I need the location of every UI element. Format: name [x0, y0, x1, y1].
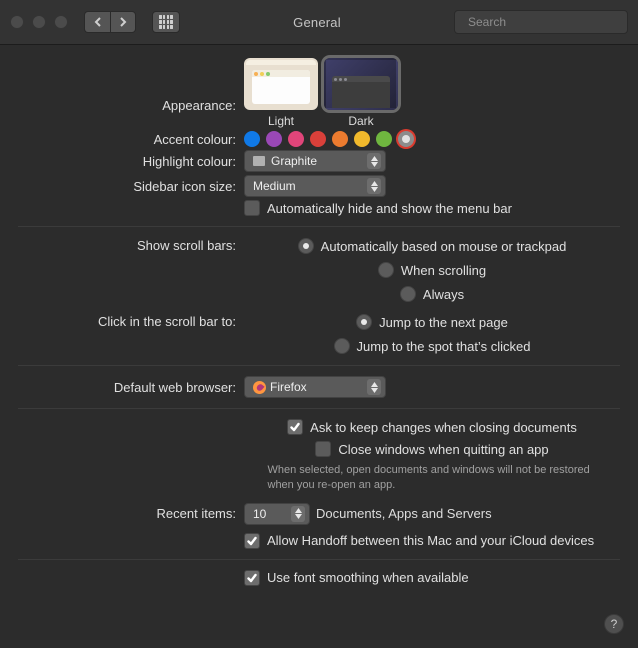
default-browser-value: Firefox — [270, 380, 307, 394]
accent-orange[interactable] — [332, 131, 348, 147]
recent-items-select[interactable]: 10 — [244, 503, 310, 525]
ask-keep-changes-checkbox[interactable]: Ask to keep changes when closing documen… — [287, 419, 577, 435]
checkbox-icon — [244, 200, 260, 216]
default-browser-select[interactable]: Firefox — [244, 376, 386, 398]
back-button[interactable] — [84, 11, 110, 33]
checkbox-icon — [287, 419, 303, 435]
appearance-option-dark[interactable] — [324, 58, 398, 110]
sidebar-icon-size-label: Sidebar icon size: — [18, 179, 244, 194]
checkbox-icon — [315, 441, 331, 457]
help-button[interactable]: ? — [604, 614, 624, 634]
select-stepper-icon — [367, 178, 381, 194]
close-windows-quit-checkbox[interactable]: Close windows when quitting an app — [315, 441, 548, 457]
help-icon: ? — [611, 617, 618, 631]
checkbox-icon — [244, 570, 260, 586]
titlebar: General — [0, 0, 638, 45]
accent-graphite[interactable] — [398, 131, 414, 147]
grid-icon — [159, 15, 173, 29]
show-all-button[interactable] — [152, 11, 180, 33]
appearance-option-light[interactable] — [244, 58, 318, 110]
minimize-icon[interactable] — [32, 15, 46, 29]
nav-segmented — [84, 11, 136, 33]
select-stepper-icon — [367, 153, 381, 169]
close-windows-hint: When selected, open documents and window… — [247, 463, 618, 493]
allow-handoff-checkbox[interactable]: Allow Handoff between this Mac and your … — [244, 533, 594, 549]
radio-icon — [400, 286, 416, 302]
accent-swatches — [244, 131, 620, 147]
firefox-icon — [253, 381, 266, 394]
scrollbars-scrolling-radio[interactable]: When scrolling — [378, 261, 486, 279]
highlight-colour-value: Graphite — [271, 154, 317, 168]
checkbox-icon — [244, 533, 260, 549]
separator — [18, 226, 620, 227]
accent-green[interactable] — [376, 131, 392, 147]
recent-items-label: Recent items: — [18, 506, 244, 521]
general-prefs-window: General Appearance: Light Dark Accent co… — [0, 0, 638, 648]
appearance-light-caption: Light — [268, 114, 294, 128]
accent-red[interactable] — [310, 131, 326, 147]
recent-items-suffix: Documents, Apps and Servers — [316, 506, 492, 521]
accent-blue[interactable] — [244, 131, 260, 147]
auto-hide-menubar-checkbox[interactable]: Automatically hide and show the menu bar — [244, 200, 512, 216]
search-input[interactable] — [466, 14, 625, 30]
separator — [18, 408, 620, 409]
separator — [18, 365, 620, 366]
zoom-icon[interactable] — [54, 15, 68, 29]
sidebar-icon-size-select[interactable]: Medium — [244, 175, 386, 197]
accent-colour-label: Accent colour: — [18, 132, 244, 147]
accent-purple[interactable] — [266, 131, 282, 147]
sidebar-icon-size-value: Medium — [253, 179, 296, 193]
scrollclick-nextpage-radio[interactable]: Jump to the next page — [356, 313, 508, 331]
click-scrollbar-label: Click in the scroll bar to: — [18, 313, 244, 329]
radio-icon — [356, 314, 372, 330]
radio-icon — [378, 262, 394, 278]
scrollbars-always-radio[interactable]: Always — [400, 285, 464, 303]
highlight-colour-label: Highlight colour: — [18, 154, 244, 169]
highlight-swatch-icon — [253, 156, 265, 166]
accent-yellow[interactable] — [354, 131, 370, 147]
font-smoothing-checkbox[interactable]: Use font smoothing when available — [244, 570, 469, 586]
appearance-label: Appearance: — [18, 58, 244, 113]
close-icon[interactable] — [10, 15, 24, 29]
radio-icon — [334, 338, 350, 354]
radio-icon — [298, 238, 314, 254]
window-title: General — [188, 15, 446, 30]
accent-pink[interactable] — [288, 131, 304, 147]
window-controls — [10, 15, 68, 29]
search-field[interactable] — [454, 10, 628, 34]
forward-button[interactable] — [110, 11, 136, 33]
auto-hide-menubar-label: Automatically hide and show the menu bar — [267, 201, 512, 216]
default-browser-label: Default web browser: — [18, 380, 244, 395]
separator — [18, 559, 620, 560]
recent-items-value: 10 — [253, 507, 266, 521]
appearance-dark-caption: Dark — [348, 114, 373, 128]
show-scrollbars-label: Show scroll bars: — [18, 237, 244, 253]
select-stepper-icon — [367, 379, 381, 395]
scrollclick-spot-radio[interactable]: Jump to the spot that’s clicked — [334, 337, 531, 355]
scrollbars-auto-radio[interactable]: Automatically based on mouse or trackpad — [298, 237, 567, 255]
select-stepper-icon — [291, 506, 305, 522]
highlight-colour-select[interactable]: Graphite — [244, 150, 386, 172]
